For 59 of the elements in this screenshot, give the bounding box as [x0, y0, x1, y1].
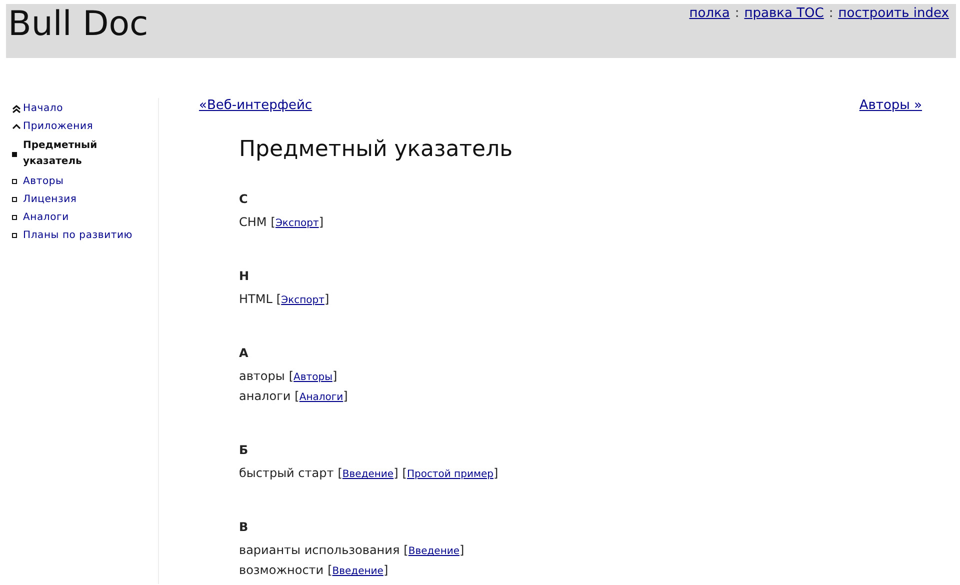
index-term: аналоги	[239, 388, 291, 405]
index-letter: А	[239, 346, 250, 360]
filled-square-icon	[12, 152, 17, 156]
bracket: ]	[494, 465, 498, 482]
bracket: [	[288, 368, 294, 385]
sidebar-link[interactable]: Аналоги	[23, 211, 69, 224]
index-reference-link[interactable]: Введение	[342, 466, 394, 484]
bracket: [	[328, 562, 332, 579]
sidebar-link[interactable]: Планы по развитию	[23, 229, 133, 242]
index-term: авторы	[239, 368, 285, 385]
site-title: Bull Doc	[8, 4, 148, 44]
bracket: [	[276, 291, 282, 308]
bracket: [	[294, 388, 300, 405]
bracket: ]	[460, 542, 464, 559]
header-link[interactable]: построить index	[838, 6, 949, 21]
square-icon	[12, 179, 17, 184]
header-link[interactable]: правка TOC	[744, 6, 824, 21]
bracket: ]	[383, 562, 388, 579]
index-letter: В	[239, 520, 250, 534]
index-reference-link[interactable]: Экспорт	[275, 215, 319, 233]
bracket: ]	[332, 368, 338, 385]
bracket: ]	[318, 214, 324, 231]
square-icon	[12, 197, 17, 202]
index-term: CHM	[239, 214, 267, 231]
current-page-label: Предметный указатель	[23, 139, 98, 169]
bracket: [	[402, 465, 407, 482]
index-reference-link[interactable]: Авторы	[294, 369, 332, 387]
sidebar-link[interactable]: Лицензия	[23, 193, 77, 206]
bracket: ]	[343, 388, 348, 405]
index-term: возможности	[239, 562, 324, 579]
bracket: [	[404, 542, 408, 559]
square-icon	[12, 233, 17, 238]
next-link[interactable]: Авторы »	[859, 98, 922, 113]
index-term: HTML	[239, 291, 272, 308]
bracket: [	[270, 214, 276, 231]
previous-link[interactable]: «Веб-интерфейс	[199, 98, 312, 113]
index-term: быстрый старт	[239, 465, 334, 482]
sidebar-link[interactable]: Начало	[23, 102, 63, 115]
index-reference-link[interactable]: Введение	[332, 563, 384, 581]
square-icon	[12, 215, 17, 220]
double-chevron-up-icon	[12, 104, 21, 112]
header-link[interactable]: полка	[689, 6, 730, 21]
index-reference-link[interactable]: Введение	[408, 543, 460, 561]
separator: :	[828, 6, 834, 21]
index-letter: H	[239, 269, 250, 283]
index-reference-link[interactable]: Аналоги	[299, 389, 344, 407]
bracket: ]	[394, 465, 398, 482]
sidebar-link[interactable]: Авторы	[23, 175, 64, 188]
chevron-up-icon	[12, 124, 21, 129]
bracket: [	[338, 465, 342, 482]
index-term: варианты использования	[239, 542, 400, 559]
index-letter: C	[239, 192, 249, 206]
page-title: Предметный указатель	[239, 137, 514, 162]
index-letter: Б	[239, 443, 250, 457]
bracket: ]	[324, 291, 330, 308]
index-reference-link[interactable]: Экспорт	[281, 292, 324, 310]
index-reference-link[interactable]: Простой пример	[406, 466, 494, 484]
sidebar-link[interactable]: Приложения	[23, 120, 94, 133]
separator: :	[734, 6, 740, 21]
